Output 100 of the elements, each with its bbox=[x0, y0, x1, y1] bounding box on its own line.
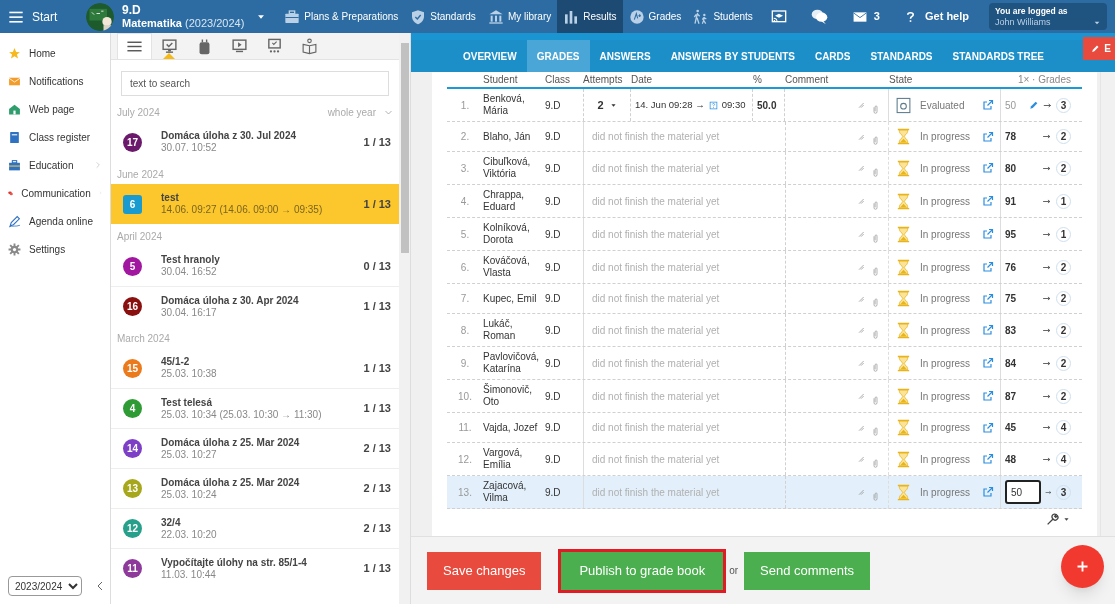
table-row[interactable]: 13. Zajacová, Vilma 9.D did not finish the material yet In progress 50 3 bbox=[447, 476, 1082, 509]
open-answer-button[interactable] bbox=[982, 162, 994, 174]
nav-tab[interactable]: Students bbox=[687, 0, 759, 33]
help-button[interactable]: Get help bbox=[892, 8, 981, 25]
tab[interactable]: STANDARDS TREE bbox=[942, 40, 1054, 72]
open-answer-button[interactable] bbox=[982, 99, 994, 111]
sidebar-item[interactable]: Settings bbox=[0, 235, 110, 263]
nav-tab[interactable]: Plans & Preparations bbox=[278, 0, 405, 33]
table-row[interactable]: 8. Lukáč, Roman 9.D did not finish the material yet In progress 83 2 bbox=[447, 314, 1082, 347]
open-answer-button[interactable] bbox=[982, 261, 994, 273]
tab[interactable]: CARDS bbox=[804, 40, 861, 72]
tab[interactable]: OVERVIEW bbox=[453, 40, 527, 72]
open-answer-button[interactable] bbox=[982, 390, 994, 402]
row-number: 5. bbox=[460, 227, 470, 242]
edit-comment-button[interactable] bbox=[857, 263, 865, 271]
attach-button[interactable] bbox=[871, 426, 880, 437]
table-row[interactable]: 3. Cibuľková, Viktória 9.D did not finish the material yet In progress 80 2 bbox=[447, 152, 1082, 185]
subject-name: Matematika (2023/2024) bbox=[122, 16, 245, 30]
edit-comment-button[interactable] bbox=[857, 488, 865, 496]
month-heading: July 2024 bbox=[117, 105, 160, 120]
scrollbar[interactable] bbox=[399, 33, 410, 604]
open-answer-button[interactable] bbox=[982, 421, 994, 434]
resize-grip-icon bbox=[857, 294, 865, 303]
table-row[interactable]: 4. Chrappa, Eduard 9.D did not finish the material yet In progress 91 1 bbox=[447, 185, 1082, 218]
resize-grip-icon bbox=[857, 132, 865, 141]
attach-button[interactable] bbox=[871, 457, 880, 469]
open-answer-button[interactable] bbox=[982, 130, 994, 143]
start-button[interactable]: Start bbox=[0, 0, 78, 33]
year-select[interactable]: 2023/2024 bbox=[8, 576, 82, 596]
tab[interactable]: STANDARDS bbox=[860, 40, 943, 72]
attach-button[interactable] bbox=[871, 166, 880, 178]
attempt-dropdown[interactable]: 2 bbox=[597, 96, 617, 114]
attach-button[interactable] bbox=[871, 103, 880, 115]
attach-button[interactable] bbox=[871, 265, 880, 277]
table-row[interactable]: 11. Vajda, Jozef 9.D did not finish the material yet In progress 45 4 bbox=[447, 413, 1082, 443]
edit-comment-button[interactable] bbox=[857, 294, 865, 303]
attach-button[interactable] bbox=[871, 361, 880, 373]
edit-comment-button[interactable] bbox=[857, 101, 865, 109]
table-settings-button[interactable] bbox=[1046, 513, 1070, 526]
edit-comment-button[interactable] bbox=[857, 230, 865, 238]
sidebar-item[interactable]: Home bbox=[0, 39, 110, 67]
sidebar-item[interactable]: Communication bbox=[0, 179, 110, 207]
table-row[interactable]: 5. Kolníková, Dorota 9.D did not finish the material yet In progress 95 1 bbox=[447, 218, 1082, 251]
sidebar-item[interactable]: Agenda online bbox=[0, 207, 110, 235]
attach-button[interactable] bbox=[871, 135, 880, 146]
nav-tab[interactable]: My library bbox=[481, 0, 558, 33]
assignment-item[interactable]: 6 test 14.06. 09:27 (14.06. 09:00 → 09:35) 1 / 13 bbox=[111, 184, 399, 224]
table-row[interactable]: 6. Kováčová, Vlasta 9.D did not finish the material yet In progress 76 2 bbox=[447, 251, 1082, 284]
edit-comment-button[interactable] bbox=[857, 132, 865, 141]
edit-comment-button[interactable] bbox=[857, 326, 865, 334]
open-answer-button[interactable] bbox=[982, 453, 994, 465]
edit-comment-button[interactable] bbox=[857, 455, 865, 463]
score-value: 83 bbox=[1005, 323, 1018, 338]
score-field[interactable]: 50 bbox=[1005, 480, 1041, 504]
search-field[interactable]: text to search bbox=[121, 71, 389, 96]
open-answer-button[interactable] bbox=[982, 228, 994, 240]
edit-comment-button[interactable] bbox=[857, 423, 865, 432]
nav-tab[interactable]: Results bbox=[557, 0, 623, 33]
tab[interactable]: ANSWERS bbox=[589, 40, 661, 72]
open-answer-button[interactable] bbox=[982, 486, 994, 498]
attach-button[interactable] bbox=[871, 490, 880, 502]
nav-tab[interactable]: Standards bbox=[404, 0, 482, 33]
table-row[interactable]: 2. Blaho, Ján 9.D did not finish the material yet In progress 78 2 bbox=[447, 122, 1082, 152]
edit-button[interactable]: E bbox=[1083, 37, 1115, 60]
edit-comment-button[interactable] bbox=[857, 164, 865, 172]
nav-tab[interactable]: Grades bbox=[622, 0, 688, 33]
sidebar-item[interactable]: Education bbox=[0, 151, 110, 179]
class-selector[interactable]: 9.D Matematika (2023/2024) bbox=[78, 0, 279, 33]
attach-button[interactable] bbox=[871, 328, 880, 340]
walking-people-icon bbox=[693, 8, 710, 25]
table-row[interactable]: 7. Kupec, Emil 9.D did not finish the material yet In progress 75 2 bbox=[447, 284, 1082, 314]
hourglass-icon bbox=[895, 225, 912, 243]
open-answer-button[interactable] bbox=[982, 324, 994, 336]
assignment-title: 45/1-2 bbox=[161, 356, 191, 368]
table-row[interactable]: 1. Benková, Mária 9.D 2 14. Jun 09:28 → 09:30 50.0 Evaluated 50 3 bbox=[447, 89, 1082, 122]
edit-comment-button[interactable] bbox=[857, 197, 865, 205]
open-answer-button[interactable] bbox=[982, 357, 994, 369]
assignment-title: Domáca úloha z 30. Jul 2024 bbox=[161, 130, 298, 142]
action-button[interactable]: Save changes bbox=[427, 551, 542, 590]
tab[interactable]: ANSWERS BY STUDENTS bbox=[660, 40, 805, 72]
panel-tab[interactable] bbox=[117, 33, 152, 59]
user-menu[interactable]: You are logged as John Williams bbox=[989, 3, 1107, 30]
open-answer-button[interactable] bbox=[982, 292, 994, 305]
open-answer-button[interactable] bbox=[982, 195, 994, 207]
attach-button[interactable] bbox=[871, 199, 880, 211]
sidebar-item[interactable]: Notifications bbox=[0, 67, 110, 95]
house-icon bbox=[8, 102, 21, 116]
edit-comment-button[interactable] bbox=[857, 359, 865, 367]
student-name: Blaho, Ján bbox=[483, 130, 531, 143]
table-row[interactable]: 10. Šimonovič, Oto 9.D did not finish the material yet In progress 87 2 bbox=[447, 380, 1082, 413]
sidebar-item[interactable]: Class register bbox=[0, 123, 110, 151]
mail-button[interactable]: 3 bbox=[839, 8, 892, 25]
attach-button[interactable] bbox=[871, 232, 880, 244]
edit-score-button[interactable] bbox=[1028, 100, 1039, 110]
sidebar-item[interactable]: Web page bbox=[0, 95, 110, 123]
state-label: In progress bbox=[920, 485, 971, 500]
edit-comment-button[interactable] bbox=[857, 392, 865, 400]
paperclip-icon bbox=[871, 135, 880, 146]
attach-button[interactable] bbox=[871, 394, 880, 406]
attach-button[interactable] bbox=[871, 297, 880, 308]
